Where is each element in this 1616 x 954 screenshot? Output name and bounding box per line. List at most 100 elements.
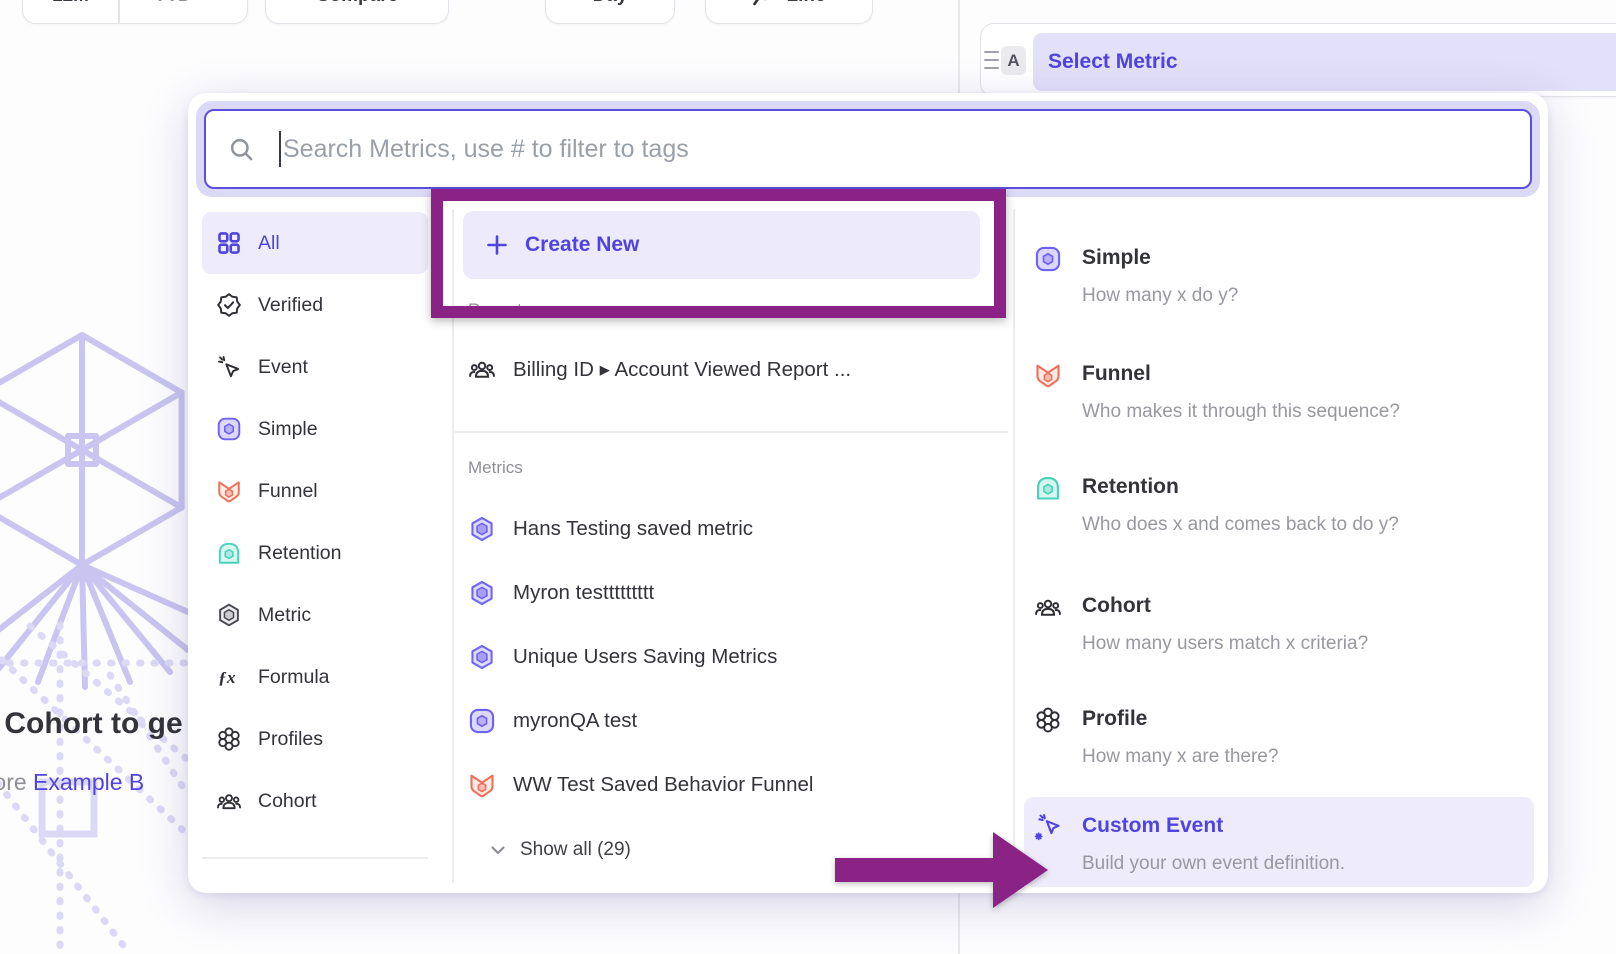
event-cursor-icon: [216, 354, 242, 380]
simple-icon: [216, 416, 242, 442]
type-title: Custom Event: [1082, 814, 1223, 838]
recents-label: Recents: [468, 300, 530, 320]
metric-item-label: WW Test Saved Behavior Funnel: [513, 773, 813, 797]
sidebar-item-partial[interactable]: T: [202, 875, 428, 893]
search-icon: [228, 136, 255, 163]
saved-metric-icon: [468, 579, 496, 607]
verified-icon: [216, 292, 242, 318]
subline-text: xplore: [0, 769, 33, 795]
range-ytd-label: YTD: [154, 0, 192, 7]
type-cohort[interactable]: Cohort How many users match x criteria?: [1024, 593, 1534, 685]
cohort-icon: [468, 355, 496, 383]
range-ytd-button[interactable]: YTD: [120, 0, 248, 23]
empty-state-illustration: [0, 330, 188, 954]
funnel-icon: [1034, 361, 1062, 389]
sidebar-item-profiles[interactable]: Profiles: [202, 708, 428, 770]
chart-type-label: Line: [786, 0, 825, 7]
interval-label: Day: [593, 0, 628, 7]
empty-state-subline: xplore Example B: [0, 769, 144, 796]
sidebar-item-formula[interactable]: ƒx Formula: [202, 646, 428, 708]
metric-item-label: myronQA test: [513, 709, 637, 733]
line-chart-icon: [752, 0, 775, 8]
metric-list-item[interactable]: myronQA test: [468, 707, 637, 735]
series-badge[interactable]: A: [1001, 46, 1026, 75]
text-caret: [279, 131, 281, 167]
cohort-icon: [216, 788, 242, 814]
type-desc: How many x are there?: [1082, 746, 1278, 768]
simple-icon: [1034, 245, 1062, 273]
simple-icon: [468, 707, 496, 735]
type-profile[interactable]: Profile How many x are there?: [1024, 706, 1534, 798]
sidebar-item-metric[interactable]: Metric: [202, 584, 428, 646]
sidebar-item-retention[interactable]: Retention: [202, 522, 428, 584]
sidebar-item-all[interactable]: All: [202, 212, 428, 274]
funnel-icon: [468, 771, 496, 799]
type-retention[interactable]: Retention Who does x and comes back to d…: [1024, 474, 1534, 566]
chart-type-button[interactable]: Line: [705, 0, 873, 24]
retention-icon: [1034, 474, 1062, 502]
sidebar-item-event[interactable]: Event: [202, 336, 428, 398]
metric-picker-modal: All Verified Event Simple Funnel Retenti…: [188, 93, 1548, 893]
example-board-link[interactable]: Example B: [33, 769, 144, 795]
create-new-label: Create New: [525, 233, 639, 257]
recent-item[interactable]: Billing ID ▸ Account Viewed Report ...: [468, 355, 851, 383]
chevron-down-icon: [199, 0, 213, 1]
sidebar-divider: [202, 857, 428, 859]
sidebar-item-funnel[interactable]: Funnel: [202, 460, 428, 522]
sidebar-item-label: Retention: [258, 542, 341, 565]
empty-state-headline: or Cohort to ge: [0, 707, 183, 741]
compare-button[interactable]: Compare: [265, 0, 449, 24]
metric-list-item[interactable]: Myron testtttttttt: [468, 579, 654, 607]
app-page: 12M YTD Compare Day Line A Select Metric: [0, 0, 1616, 954]
select-metric-button[interactable]: Select Metric: [1033, 33, 1616, 91]
type-desc: How many x do y?: [1082, 285, 1238, 307]
metrics-label: Metrics: [468, 458, 523, 478]
funnel-icon: [216, 478, 242, 504]
plus-icon: [485, 233, 509, 257]
section-divider: [455, 431, 1008, 433]
sidebar-item-label: All: [258, 232, 280, 255]
search-field[interactable]: [204, 109, 1532, 189]
range-12m-button[interactable]: 12M: [23, 0, 118, 23]
metric-icon: [216, 602, 242, 628]
type-title: Simple: [1082, 246, 1151, 270]
retention-icon: [216, 540, 242, 566]
sidebar-item-cohort[interactable]: Cohort: [202, 770, 428, 832]
svg-text:ƒx: ƒx: [218, 668, 236, 687]
formula-icon: ƒx: [216, 664, 242, 690]
metric-list-item[interactable]: Hans Testing saved metric: [468, 515, 753, 543]
drag-handle-icon[interactable]: [984, 51, 999, 69]
create-new-button[interactable]: Create New: [463, 211, 980, 279]
date-range-group: 12M YTD: [22, 0, 248, 24]
type-simple[interactable]: Simple How many x do y?: [1024, 245, 1534, 337]
cohort-icon: [1034, 593, 1062, 621]
show-all-button[interactable]: Show all (29): [490, 839, 631, 861]
metric-item-label: Myron testtttttttt: [513, 581, 654, 605]
compare-label: Compare: [316, 0, 398, 7]
grid-icon: [216, 230, 242, 256]
metric-item-label: Hans Testing saved metric: [513, 517, 753, 541]
chevron-down-icon: [490, 845, 506, 856]
sidebar-item-verified[interactable]: Verified: [202, 274, 428, 336]
sidebar-item-label: Cohort: [258, 790, 317, 813]
metric-item-label: Unique Users Saving Metrics: [513, 645, 777, 669]
range-12m-label: 12M: [52, 0, 89, 7]
column-divider: [452, 209, 454, 883]
interval-button[interactable]: Day: [545, 0, 675, 24]
sidebar-item-label: Metric: [258, 604, 311, 627]
type-desc: Who does x and comes back to do y?: [1082, 514, 1399, 536]
custom-event-icon: [1034, 813, 1062, 841]
sidebar-item-simple[interactable]: Simple: [202, 398, 428, 460]
type-funnel[interactable]: Funnel Who makes it through this sequenc…: [1024, 361, 1534, 453]
series-badge-label: A: [1007, 51, 1019, 71]
metric-list-item[interactable]: Unique Users Saving Metrics: [468, 643, 777, 671]
type-title: Retention: [1082, 475, 1179, 499]
metric-list-item[interactable]: WW Test Saved Behavior Funnel: [468, 771, 813, 799]
show-all-label: Show all (29): [520, 839, 631, 861]
type-custom-event[interactable]: Custom Event Build your own event defini…: [1024, 797, 1534, 887]
saved-metric-icon: [468, 515, 496, 543]
type-desc: Build your own event definition.: [1082, 853, 1345, 875]
saved-metric-icon: [468, 643, 496, 671]
search-input[interactable]: [283, 135, 1530, 164]
sidebar-item-label: Event: [258, 356, 308, 379]
